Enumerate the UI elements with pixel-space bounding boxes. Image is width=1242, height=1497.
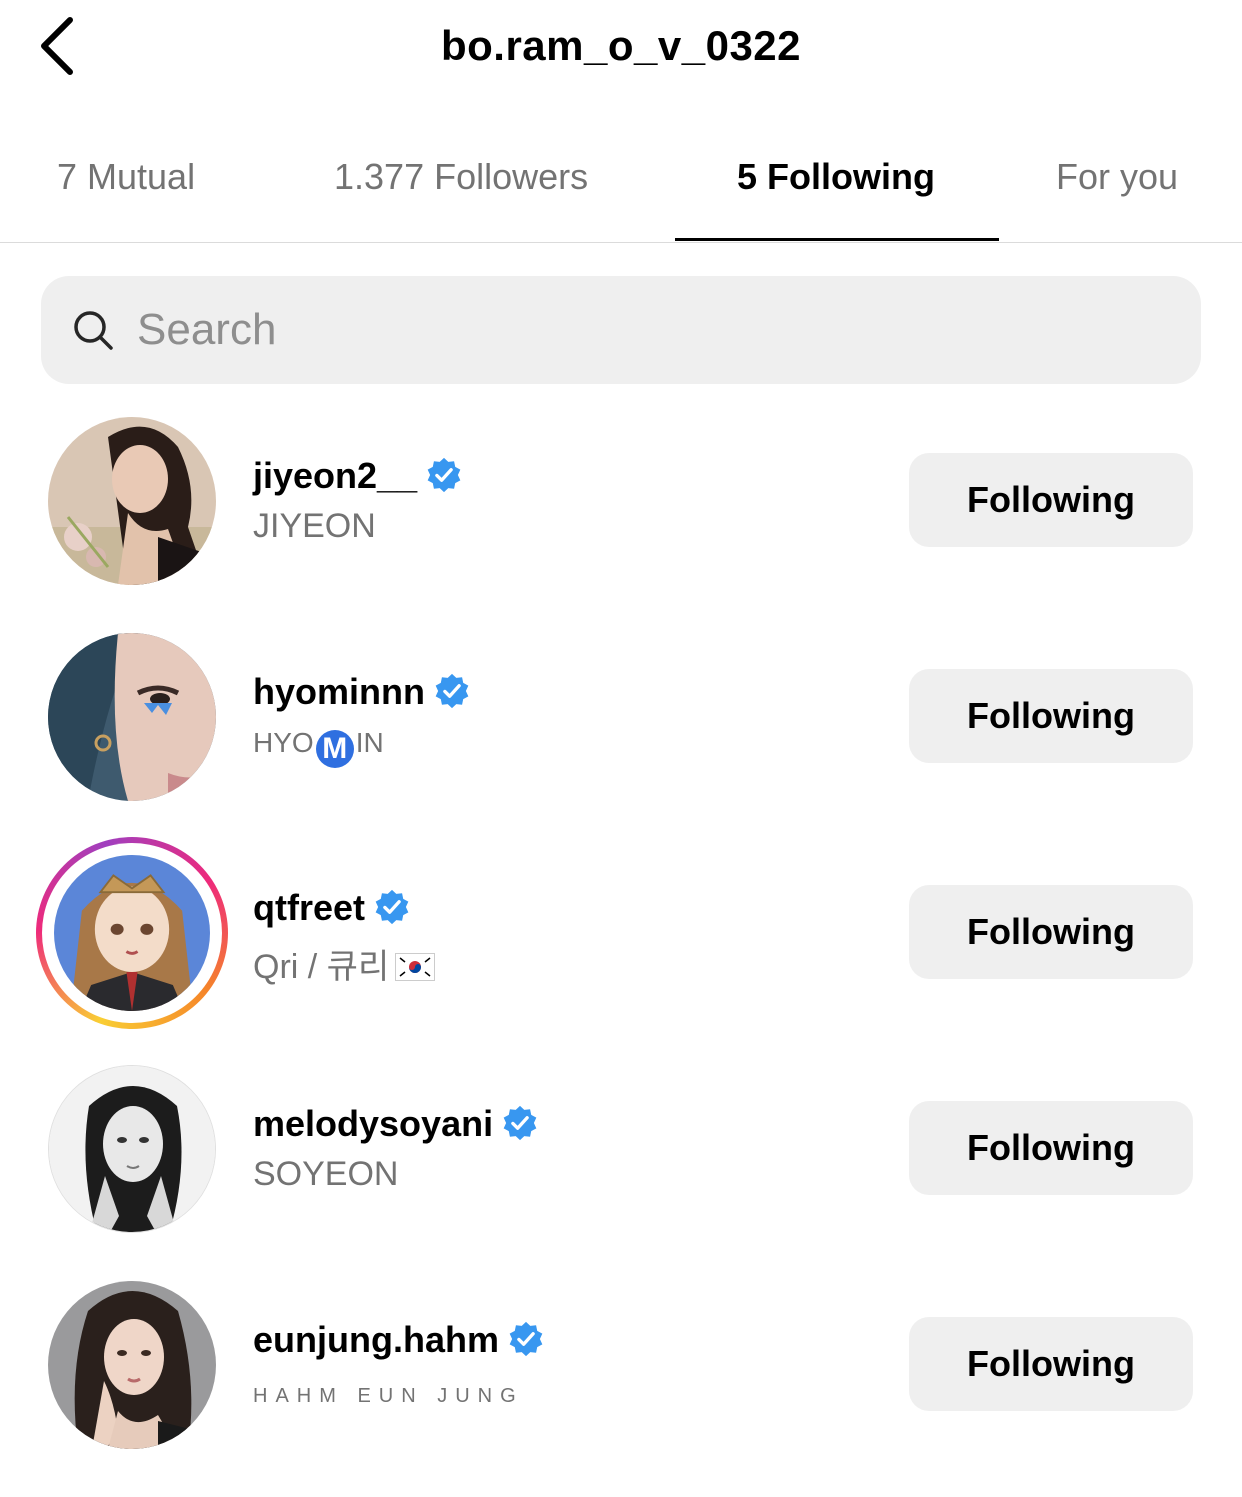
list-item: hyominnn HYO M IN Following xyxy=(0,633,1242,849)
username-text: melodysoyani xyxy=(253,1103,494,1144)
search-icon xyxy=(74,311,113,350)
search-bar[interactable] xyxy=(41,276,1201,384)
tab-following[interactable]: 5 Following xyxy=(737,156,935,198)
fullname-prefix: HYO xyxy=(253,727,314,758)
avatar[interactable] xyxy=(48,1281,216,1449)
account-username[interactable]: eunjung.hahm xyxy=(253,1319,545,1361)
following-button[interactable]: Following xyxy=(909,885,1193,979)
list-item: jiyeon2__ JIYEON Following xyxy=(0,417,1242,633)
m-letter-badge: M xyxy=(315,730,354,768)
verified-badge-icon xyxy=(435,673,469,709)
following-button[interactable]: Following xyxy=(909,1317,1193,1411)
account-username[interactable]: melodysoyani xyxy=(253,1103,539,1145)
fullname-text: Qri / 큐리 xyxy=(253,948,390,986)
account-fullname: HAHM EUN JUNG xyxy=(253,1385,524,1407)
avatar[interactable] xyxy=(48,633,216,801)
avatar[interactable] xyxy=(48,417,216,585)
verified-badge-icon xyxy=(375,889,409,925)
account-username[interactable]: hyominnn xyxy=(253,671,471,713)
south-korea-flag-icon xyxy=(395,953,436,981)
verified-badge-icon xyxy=(427,457,461,493)
username-text: jiyeon2__ xyxy=(253,455,418,496)
tab-followers[interactable]: 1.377 Followers xyxy=(334,156,588,198)
avatar[interactable] xyxy=(54,855,210,1011)
username-text: qtfreet xyxy=(253,887,366,928)
username-text: hyominnn xyxy=(253,671,425,712)
account-fullname: HYO M IN xyxy=(253,727,384,768)
search-input[interactable] xyxy=(137,276,1137,384)
tab-mutual[interactable]: 7 Mutual xyxy=(57,156,195,198)
list-item: melodysoyani SOYEON Following xyxy=(0,1065,1242,1281)
account-username[interactable]: jiyeon2__ xyxy=(253,455,463,497)
account-fullname: Qri / 큐리 xyxy=(253,939,436,988)
account-username[interactable]: qtfreet xyxy=(253,887,411,929)
top-bar: bo.ram_o_v_0322 xyxy=(0,0,1242,100)
following-button[interactable]: Following xyxy=(909,1101,1193,1195)
tab-for-you[interactable]: For you xyxy=(1056,156,1178,198)
verified-badge-icon xyxy=(509,1321,543,1357)
username-text: eunjung.hahm xyxy=(253,1319,499,1360)
active-tab-indicator xyxy=(675,238,999,241)
tab-bar: 7 Mutual 1.377 Followers 5 Following For… xyxy=(0,130,1242,243)
list-item: eunjung.hahm HAHM EUN JUNG Following xyxy=(0,1281,1242,1497)
verified-badge-icon xyxy=(503,1105,537,1141)
following-button[interactable]: Following xyxy=(909,453,1193,547)
following-button[interactable]: Following xyxy=(909,669,1193,763)
page-title: bo.ram_o_v_0322 xyxy=(440,22,802,69)
fullname-suffix: IN xyxy=(355,727,384,758)
list-item: qtfreet Qri / 큐리 Following xyxy=(0,837,1242,1065)
avatar[interactable] xyxy=(48,1065,216,1233)
account-fullname: JIYEON xyxy=(253,507,376,545)
account-fullname: SOYEON xyxy=(253,1155,399,1193)
